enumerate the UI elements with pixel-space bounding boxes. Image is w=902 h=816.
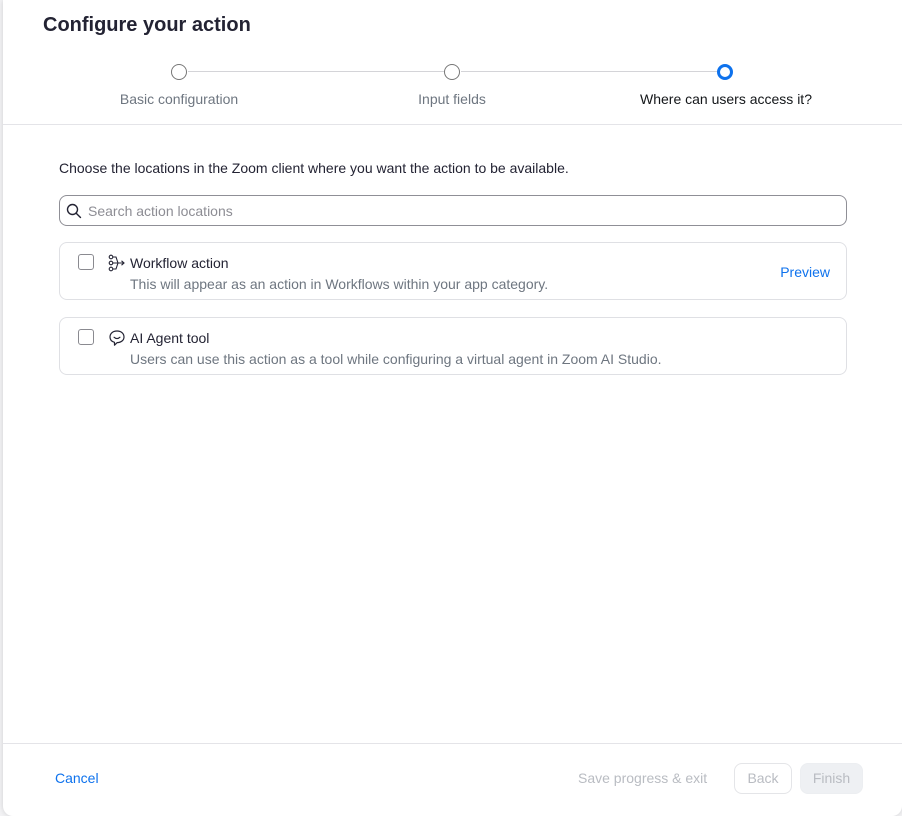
header-divider [3,124,902,125]
step-1-label[interactable]: Basic configuration [120,91,238,107]
workflow-action-checkbox[interactable] [78,254,94,270]
step-connector [461,71,717,72]
ai-agent-tool-description: Users can use this action as a tool whil… [130,351,662,367]
save-progress-exit-button[interactable]: Save progress & exit [578,770,707,786]
instruction-text: Choose the locations in the Zoom client … [59,160,569,176]
ai-agent-tool-title: AI Agent tool [130,330,210,346]
step-3-indicator[interactable] [717,64,733,80]
modal-title: Configure your action [43,14,251,36]
back-button[interactable]: Back [734,763,792,794]
configure-action-modal: Configure your action Basic configuratio… [3,0,902,816]
workflow-action-title: Workflow action [130,255,229,271]
workflow-action-description: This will appear as an action in Workflo… [130,276,549,292]
search-input[interactable] [88,200,828,222]
cancel-button[interactable]: Cancel [55,770,99,786]
step-2-label[interactable]: Input fields [418,91,486,107]
stepper: Basic configuration Input fields Where c… [3,62,902,122]
ai-agent-icon [109,330,125,346]
workflow-icon [108,254,125,272]
step-2-indicator[interactable] [444,64,460,80]
step-1-indicator[interactable] [171,64,187,80]
footer-divider [3,743,902,744]
step-connector [188,71,444,72]
location-card-ai-agent[interactable]: AI Agent tool Users can use this action … [59,317,847,375]
location-card-workflow[interactable]: Workflow action This will appear as an a… [59,242,847,300]
preview-link[interactable]: Preview [780,264,830,280]
ai-agent-tool-checkbox[interactable] [78,329,94,345]
finish-button[interactable]: Finish [800,763,863,794]
step-3-label: Where can users access it? [640,91,812,107]
search-icon [66,203,82,219]
search-box[interactable] [59,195,847,226]
